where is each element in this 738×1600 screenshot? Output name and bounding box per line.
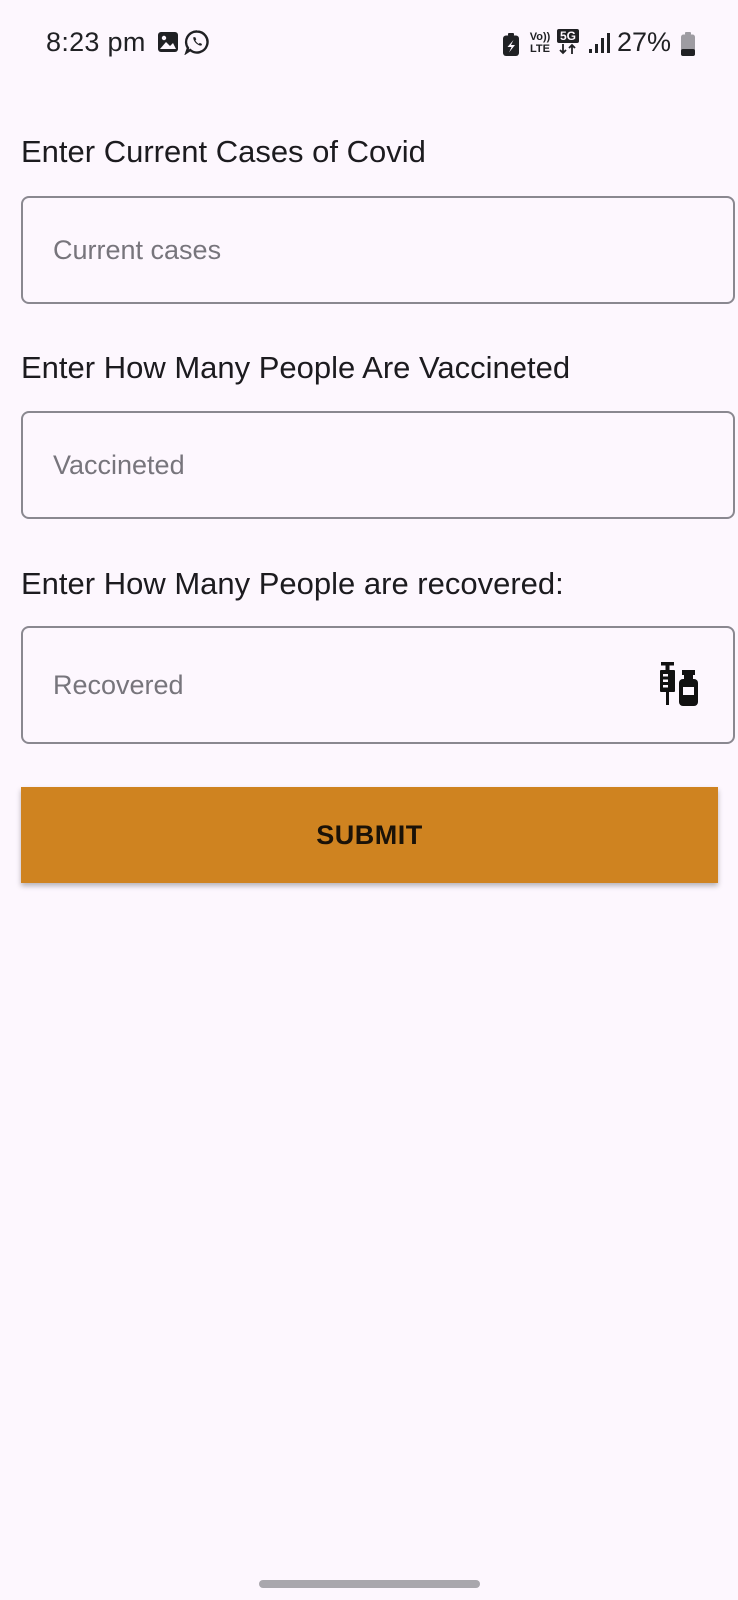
recovered-label: Enter How Many People are recovered: bbox=[21, 566, 564, 601]
gallery-icon bbox=[158, 32, 178, 52]
submit-button[interactable]: SUBMIT bbox=[21, 787, 718, 883]
vaccinated-input[interactable] bbox=[53, 413, 613, 517]
signal-icon bbox=[589, 33, 610, 53]
volte-icon: Vo)) LTE bbox=[528, 31, 552, 57]
5g-data-icon: 5G bbox=[557, 29, 581, 57]
status-time: 8:23 pm bbox=[46, 27, 146, 57]
vaccinated-label: Enter How Many People Are Vaccineted bbox=[21, 350, 571, 385]
current-cases-input[interactable] bbox=[53, 198, 613, 302]
data-arrows-icon bbox=[559, 43, 576, 55]
vaccinated-field[interactable] bbox=[21, 411, 735, 519]
battery-saver-icon bbox=[503, 33, 519, 56]
volte-label-top: Vo)) bbox=[529, 31, 551, 43]
recovered-input[interactable] bbox=[53, 628, 613, 742]
battery-icon bbox=[681, 32, 695, 56]
whatsapp-icon bbox=[184, 30, 209, 55]
volte-label-bottom: LTE bbox=[530, 43, 550, 55]
recovered-field[interactable] bbox=[21, 626, 735, 744]
current-cases-field[interactable] bbox=[21, 196, 735, 304]
vaccine-icon bbox=[660, 662, 698, 706]
network-type-label: 5G bbox=[557, 29, 579, 43]
gesture-nav-handle[interactable] bbox=[259, 1580, 480, 1588]
status-bar: 8:23 pm Vo)) LTE 5G 27% bbox=[0, 0, 738, 88]
battery-percent: 27% bbox=[617, 27, 672, 57]
current-cases-label: Enter Current Cases of Covid bbox=[21, 134, 426, 169]
